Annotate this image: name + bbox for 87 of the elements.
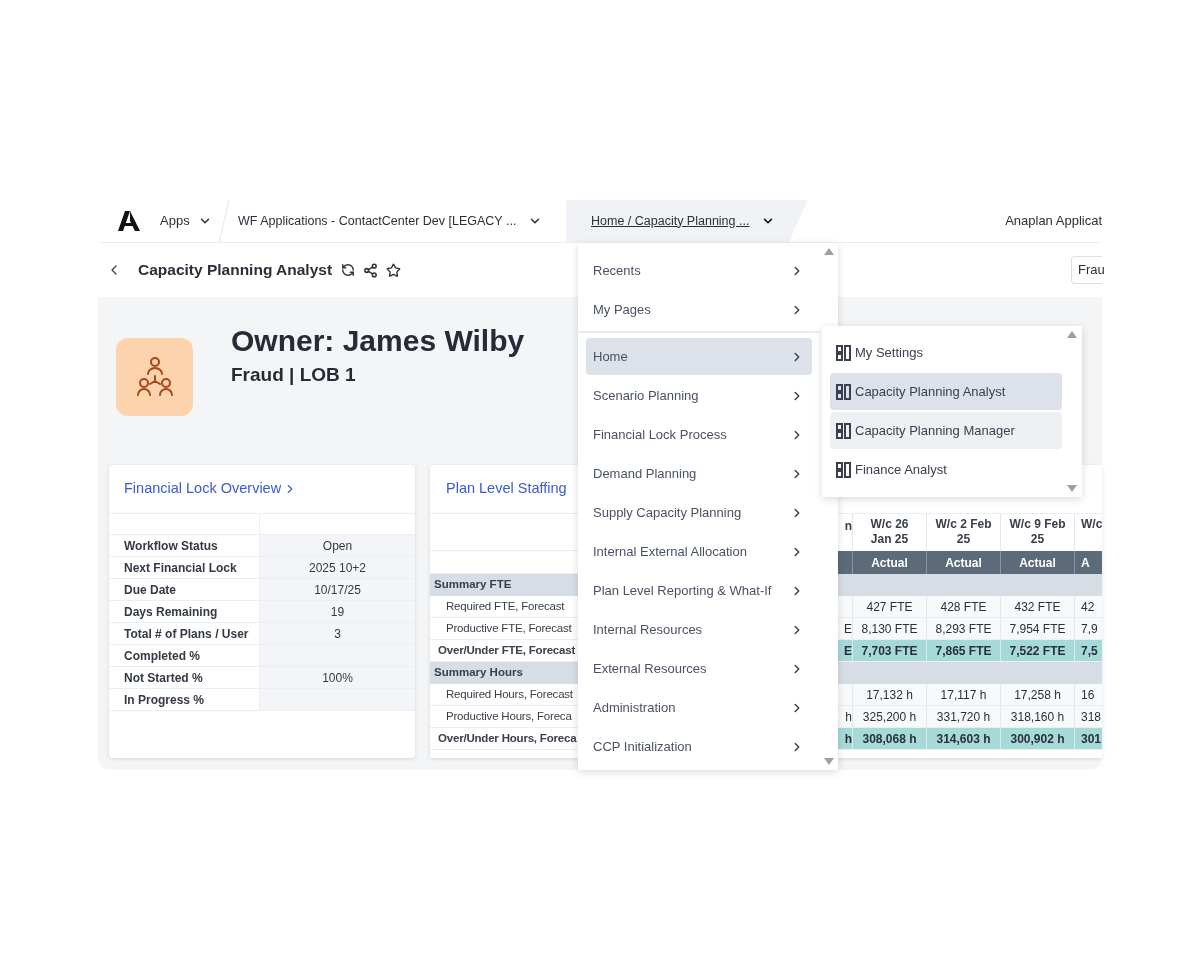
refresh-icon[interactable] bbox=[341, 263, 356, 277]
table-cell: 427 FTE bbox=[852, 596, 926, 617]
menu-item[interactable]: Demand Planning bbox=[586, 455, 812, 492]
menu-item[interactable]: Plan Level Reporting & What-If bbox=[586, 572, 812, 609]
table-cell: 432 FTE bbox=[1000, 596, 1074, 617]
table-cell: 7,9 bbox=[1074, 618, 1102, 639]
share-icon[interactable] bbox=[363, 262, 379, 278]
subheader-cell bbox=[838, 551, 852, 574]
menu-item[interactable]: My Pages bbox=[586, 291, 812, 328]
table-cell: 17,132 h bbox=[852, 684, 926, 705]
menu-item[interactable]: Supply Capacity Planning bbox=[586, 494, 812, 531]
team-icon bbox=[136, 357, 173, 397]
column-subheader: A bbox=[1074, 551, 1102, 574]
submenu-item[interactable]: Capacity Planning Analyst bbox=[830, 373, 1062, 410]
page-layout-icon bbox=[836, 344, 851, 361]
menu-item[interactable]: Recents bbox=[586, 252, 812, 289]
submenu-item[interactable]: Capacity Planning Manager bbox=[830, 412, 1062, 449]
table-cell: 318 bbox=[1074, 706, 1102, 727]
menu-item[interactable]: Internal Resources bbox=[586, 611, 812, 648]
page-layout-icon bbox=[836, 461, 851, 478]
table-cell: 8,293 FTE bbox=[926, 618, 1000, 639]
menu-item[interactable]: Scenario Planning bbox=[586, 377, 812, 414]
table-cell: 16 bbox=[1074, 684, 1102, 705]
page-layout-icon bbox=[836, 383, 851, 400]
card-title[interactable]: Plan Level Staffing bbox=[446, 478, 567, 500]
submenu-item[interactable]: Finance Analyst bbox=[830, 451, 1062, 488]
table-cell: 7,703 FTE bbox=[852, 640, 926, 661]
table-cell: 300,902 h bbox=[1000, 728, 1074, 749]
row-label: Over/Under Hours, Foreca bbox=[437, 730, 578, 746]
table-cell: 308,068 h bbox=[852, 728, 926, 749]
table-cell: 7,522 FTE bbox=[1000, 640, 1074, 661]
table-cell: h bbox=[838, 706, 852, 727]
scroll-up-icon[interactable] bbox=[1067, 331, 1077, 338]
model-menu[interactable]: WF Applications - ContactCenter Dev [LEGACY ... bbox=[238, 211, 543, 231]
logo-icon[interactable] bbox=[118, 211, 140, 231]
section-label: Summary FTE bbox=[433, 577, 513, 593]
row-label: Productive FTE, Forecast bbox=[445, 620, 573, 636]
value-cell: 10/17/25 bbox=[260, 579, 415, 600]
value-cell: 3 bbox=[260, 623, 415, 644]
row-label: Required FTE, Forecast bbox=[445, 598, 566, 614]
page-title: Capacity Planning Analyst bbox=[138, 260, 333, 281]
table-cell: E bbox=[838, 640, 852, 661]
row-label: Required Hours, Forecast bbox=[445, 686, 574, 702]
table-cell: 314,603 h bbox=[926, 728, 1000, 749]
menu-item[interactable]: CCP Initialization bbox=[586, 728, 812, 765]
table-cell: E bbox=[838, 618, 852, 639]
table-cell: 331,720 h bbox=[926, 706, 1000, 727]
section-label: Summary Hours bbox=[433, 665, 524, 681]
table-cell: 17,258 h bbox=[1000, 684, 1074, 705]
page-layout-icon bbox=[836, 422, 851, 439]
table-cell: 428 FTE bbox=[926, 596, 1000, 617]
filter-field[interactable]: Frau bbox=[1071, 256, 1102, 284]
table-cell: 7,865 FTE bbox=[926, 640, 1000, 661]
apps-menu[interactable]: Apps bbox=[160, 211, 212, 231]
row-label: Productive Hours, Foreca bbox=[445, 708, 573, 724]
star-icon[interactable] bbox=[386, 262, 402, 278]
value-cell: 19 bbox=[260, 601, 415, 622]
tenant-name: Anaplan Applicat bbox=[1005, 212, 1102, 231]
scroll-up-icon[interactable] bbox=[824, 248, 834, 255]
table-cell: 17,117 h bbox=[926, 684, 1000, 705]
column-subheader: Actual bbox=[852, 551, 926, 574]
value-cell: 2025 10+2 bbox=[260, 557, 415, 578]
column-subheader: Actual bbox=[926, 551, 1000, 574]
menu-item[interactable]: Home bbox=[586, 338, 812, 375]
menu-item[interactable]: Internal External Allocation bbox=[586, 533, 812, 570]
row-label: Over/Under FTE, Forecast bbox=[437, 642, 577, 658]
scroll-down-icon[interactable] bbox=[1067, 485, 1077, 492]
submenu-item[interactable]: My Settings bbox=[830, 334, 1062, 371]
column-heading: n bbox=[843, 518, 852, 535]
owner-title: Owner: James Wilby bbox=[231, 323, 525, 359]
table-cell: 8,130 FTE bbox=[852, 618, 926, 639]
table-cell: 7,954 FTE bbox=[1000, 618, 1074, 639]
table-cell: 7,5 bbox=[1074, 640, 1102, 661]
value-cell: 100% bbox=[260, 667, 415, 688]
value-cell: Open bbox=[260, 535, 415, 556]
page-tab[interactable]: Home / Capacity Planning ... bbox=[566, 199, 808, 243]
column-subheader: Actual bbox=[1000, 551, 1074, 574]
card-title-link[interactable]: Financial Lock Overview bbox=[124, 478, 298, 500]
table-cell: h bbox=[838, 728, 852, 749]
table-cell: 301 bbox=[1074, 728, 1102, 749]
table-cell: 325,200 h bbox=[852, 706, 926, 727]
table-cell: 42 bbox=[1074, 596, 1102, 617]
menu-item[interactable]: Financial Lock Process bbox=[586, 416, 812, 453]
menu-item[interactable]: External Resources bbox=[586, 650, 812, 687]
owner-subtitle: Fraud | LOB 1 bbox=[231, 363, 357, 387]
menu-item[interactable]: Administration bbox=[586, 689, 812, 726]
table-cell: 318,160 h bbox=[1000, 706, 1074, 727]
